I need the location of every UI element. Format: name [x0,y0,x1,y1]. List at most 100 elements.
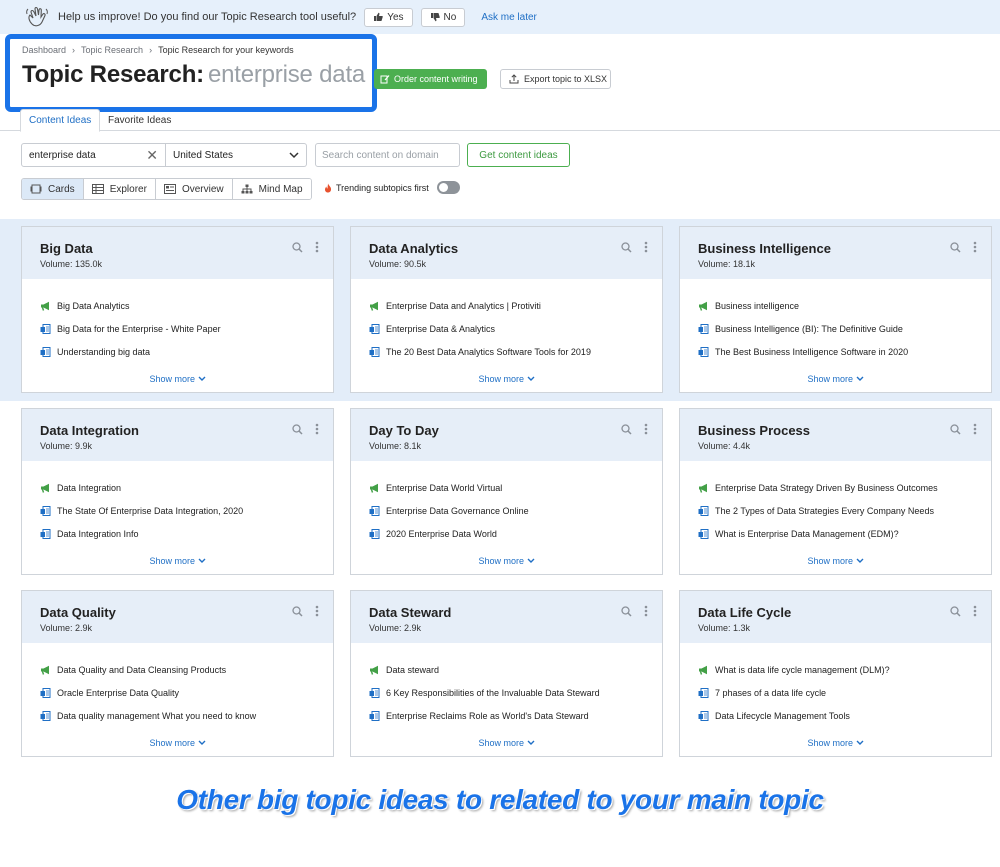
feedback-no-button[interactable]: No [420,7,466,27]
idea-item[interactable]: Enterprise Data Strategy Driven By Busin… [698,476,991,499]
chevron-down-icon [198,376,206,381]
idea-title: Understanding big data [57,346,151,357]
idea-item[interactable]: Enterprise Data World Virtual [369,476,662,499]
idea-item[interactable]: Big Data for the Enterprise - White Pape… [40,317,333,340]
card-title[interactable]: Data Steward [369,605,662,620]
search-icon[interactable] [621,423,632,435]
idea-item[interactable]: The Best Business Intelligence Software … [698,340,991,363]
show-more-button[interactable]: Show more [680,374,991,384]
card-title[interactable]: Business Intelligence [698,241,991,256]
more-vertical-icon[interactable] [644,423,648,435]
view-overview-button[interactable]: Overview [155,179,233,199]
idea-item[interactable]: Data quality management What you need to… [40,704,333,727]
card-title[interactable]: Data Quality [40,605,333,620]
more-vertical-icon[interactable] [315,423,319,435]
show-more-button[interactable]: Show more [351,374,662,384]
breadcrumb-topic-research[interactable]: Topic Research [81,45,143,55]
search-icon[interactable] [950,605,961,617]
more-vertical-icon[interactable] [315,605,319,617]
card-title[interactable]: Data Integration [40,423,333,438]
card-title[interactable]: Day To Day [369,423,662,438]
idea-item[interactable]: Enterprise Data & Analytics [369,317,662,340]
search-icon[interactable] [292,605,303,617]
more-vertical-icon[interactable] [315,241,319,253]
idea-item[interactable]: 6 Key Responsibilities of the Invaluable… [369,681,662,704]
article-icon [698,710,709,721]
idea-item[interactable]: Understanding big data [40,340,333,363]
keyword-input[interactable]: enterprise data ✕ [21,143,166,167]
fire-icon [325,183,332,192]
card-tools [292,605,319,617]
show-more-button[interactable]: Show more [680,738,991,748]
idea-item[interactable]: Data steward [369,658,662,681]
idea-item[interactable]: Enterprise Data Governance Online [369,499,662,522]
show-more-button[interactable]: Show more [351,556,662,566]
show-more-label: Show more [807,556,853,566]
idea-item[interactable]: Big Data Analytics [40,294,333,317]
view-explorer-button[interactable]: Explorer [83,179,156,199]
idea-item[interactable]: 7 phases of a data life cycle [698,681,991,704]
idea-item[interactable]: The 20 Best Data Analytics Software Tool… [369,340,662,363]
idea-title: Enterprise Data World Virtual [386,482,503,493]
idea-item[interactable]: Data Quality and Data Cleansing Products [40,658,333,681]
country-select[interactable]: United States [166,143,307,167]
trending-toggle[interactable] [436,181,460,194]
show-more-button[interactable]: Show more [22,556,333,566]
more-vertical-icon[interactable] [644,241,648,253]
show-more-button[interactable]: Show more [22,374,333,384]
search-icon[interactable] [292,241,303,253]
ask-later-link[interactable]: Ask me later [481,12,537,23]
card-title[interactable]: Data Analytics [369,241,662,256]
get-content-ideas-button[interactable]: Get content ideas [467,143,570,167]
show-more-button[interactable]: Show more [22,738,333,748]
breadcrumb-dashboard[interactable]: Dashboard [22,45,66,55]
more-vertical-icon[interactable] [973,423,977,435]
article-icon [698,687,709,698]
view-cards-button[interactable]: Cards [22,179,84,199]
chevron-down-icon [289,151,299,158]
idea-item[interactable]: 2020 Enterprise Data World [369,522,662,545]
idea-item[interactable]: Data Integration Info [40,522,333,545]
feedback-yes-button[interactable]: Yes [364,7,413,27]
card-title[interactable]: Big Data [40,241,333,256]
search-icon[interactable] [621,605,632,617]
more-vertical-icon[interactable] [644,605,648,617]
more-vertical-icon[interactable] [973,605,977,617]
idea-item[interactable]: Enterprise Data and Analytics | Protivit… [369,294,662,317]
idea-title: 7 phases of a data life cycle [715,687,827,698]
idea-title: What is Enterprise Data Management (EDM)… [715,528,899,539]
idea-title: Data Integration [57,482,122,493]
idea-item[interactable]: Data Integration [40,476,333,499]
view-mindmap-button[interactable]: Mind Map [232,179,311,199]
tab-content-ideas[interactable]: Content Ideas [20,109,101,132]
export-xlsx-button[interactable]: Export topic to XLSX [500,69,611,89]
idea-item[interactable]: The 2 Types of Data Strategies Every Com… [698,499,991,522]
idea-item[interactable]: Enterprise Reclaims Role as World's Data… [369,704,662,727]
clear-icon[interactable]: ✕ [146,147,158,164]
show-more-button[interactable]: Show more [680,556,991,566]
show-more-button[interactable]: Show more [351,738,662,748]
show-more-label: Show more [807,374,853,384]
more-vertical-icon[interactable] [973,241,977,253]
megaphone-icon [699,301,707,311]
search-icon[interactable] [950,423,961,435]
idea-item[interactable]: What is Enterprise Data Management (EDM)… [698,522,991,545]
card-tools [950,605,977,617]
search-icon[interactable] [292,423,303,435]
card-title[interactable]: Business Process [698,423,991,438]
search-icon[interactable] [621,241,632,253]
card-title[interactable]: Data Life Cycle [698,605,991,620]
domain-search-input[interactable] [315,143,460,167]
caption-text: Other big topic ideas to related to your… [176,784,824,815]
idea-item[interactable]: Business Intelligence (BI): The Definiti… [698,317,991,340]
search-icon[interactable] [950,241,961,253]
idea-title: Big Data Analytics [57,300,130,311]
idea-item[interactable]: Business intelligence [698,294,991,317]
idea-item[interactable]: Oracle Enterprise Data Quality [40,681,333,704]
idea-item[interactable]: Data Lifecycle Management Tools [698,704,991,727]
idea-item[interactable]: What is data life cycle management (DLM)… [698,658,991,681]
order-content-writing-button[interactable]: Order content writing [374,69,487,89]
tab-favorite-ideas[interactable]: Favorite Ideas [100,109,179,131]
idea-item[interactable]: The State Of Enterprise Data Integration… [40,499,333,522]
chevron-down-icon [198,740,206,745]
